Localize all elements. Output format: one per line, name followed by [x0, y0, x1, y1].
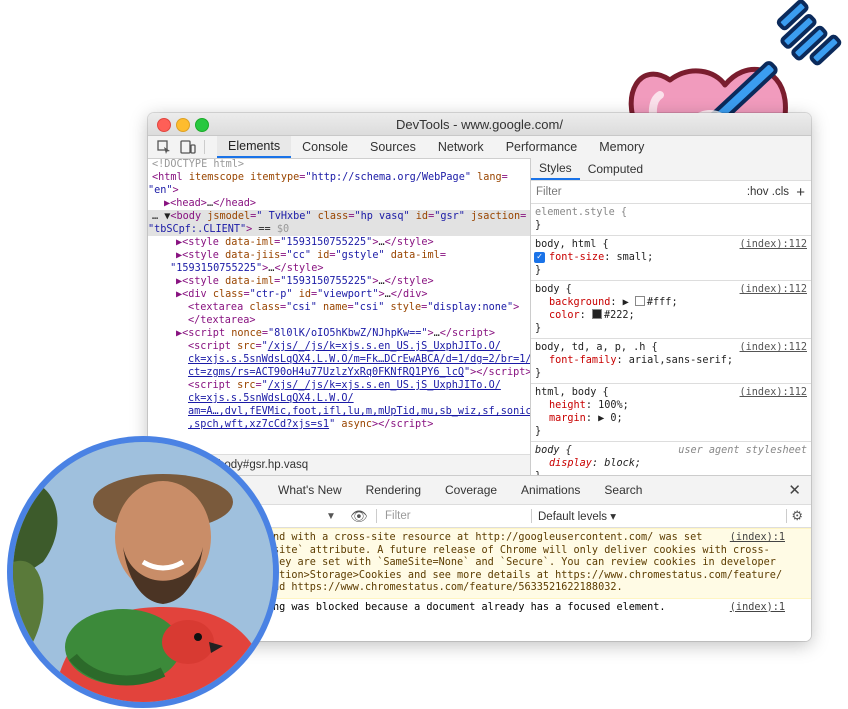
- dom-node-line[interactable]: <script src="/xjs/_/js/k=xjs.s.en_US.jS_…: [148, 379, 530, 392]
- panel-tabs: Elements Console Sources Network Perform…: [217, 136, 655, 158]
- main-panels: <!DOCTYPE html> <html itemscope itemtype=…: [148, 158, 811, 475]
- dom-node-line[interactable]: ▶<style data-iml="1593150755225">…</styl…: [148, 275, 530, 288]
- dom-node-line[interactable]: am=A…,dvl,fEVMic,foot,ifl,lu,m,mUpTid,mu…: [148, 405, 530, 418]
- color-swatch[interactable]: [634, 296, 645, 306]
- style-rule: body, html {(index):112 ✓ font-size: small…: [531, 236, 811, 281]
- dom-node-line[interactable]: "en">: [148, 184, 530, 197]
- tab-network[interactable]: Network: [427, 136, 495, 158]
- styles-pane: Styles Computed Filter :hov .cls + eleme…: [531, 158, 811, 475]
- tab-console[interactable]: Console: [291, 136, 359, 158]
- toolbar-divider: [204, 140, 205, 154]
- style-property[interactable]: ✓ font-size: small;: [534, 251, 807, 264]
- inspect-element-icon[interactable]: [156, 140, 172, 154]
- log-levels-dropdown[interactable]: Default levels ▾: [538, 509, 616, 523]
- elements-tree[interactable]: <!DOCTYPE html> <html itemscope itemtype=…: [148, 158, 531, 475]
- color-swatch[interactable]: [591, 309, 602, 319]
- tab-search[interactable]: Search: [592, 483, 654, 497]
- dom-node-line[interactable]: <script src="/xjs/_/js/k=xjs.s.en_US.jS_…: [148, 340, 530, 353]
- tab-whats-new[interactable]: What's New: [266, 483, 354, 497]
- dom-node-line[interactable]: ▶<div class="ctr-p" id="viewport">…</div…: [148, 288, 530, 301]
- tab-rendering[interactable]: Rendering: [354, 483, 433, 497]
- style-rules: body, html {(index):112 ✓ font-size: small…: [531, 236, 811, 475]
- tab-memory[interactable]: Memory: [588, 136, 655, 158]
- style-property[interactable]: display: block;: [535, 457, 807, 470]
- style-property[interactable]: color: #222;: [535, 309, 807, 322]
- message-source-link[interactable]: (index):1: [730, 532, 785, 545]
- message-source-link[interactable]: (index):1: [730, 602, 785, 615]
- dom-node-line[interactable]: <!DOCTYPE html>: [148, 158, 530, 171]
- title-bar: DevTools - www.google.com/: [148, 113, 811, 136]
- console-filter-input[interactable]: Filter: [385, 510, 411, 522]
- dom-node-line[interactable]: … ▼<body jsmodel=" TvHxbe" class="hp vas…: [148, 210, 530, 223]
- tab-coverage[interactable]: Coverage: [433, 483, 509, 497]
- console-settings-gear-icon[interactable]: ⚙: [791, 508, 803, 524]
- tab-performance[interactable]: Performance: [495, 136, 589, 158]
- property-checkbox[interactable]: ✓: [534, 252, 545, 263]
- rule-source-link[interactable]: (index):112: [740, 386, 807, 399]
- dom-node-line[interactable]: <textarea class="csi" name="csi" style="…: [148, 301, 530, 314]
- element-style-rule: element.style { }: [531, 204, 811, 236]
- tab-animations[interactable]: Animations: [509, 483, 592, 497]
- rule-source-link[interactable]: (index):112: [740, 238, 807, 251]
- dom-node-line[interactable]: ▶<style data-iml="1593150755225">…</styl…: [148, 236, 530, 249]
- new-rule-icon[interactable]: +: [796, 185, 805, 200]
- styles-filter-placeholder[interactable]: Filter: [536, 186, 562, 199]
- rule-source-link: user agent stylesheet: [678, 445, 807, 456]
- dom-node-line[interactable]: ck=xjs.s.5snWdsLqQX4.L.W.O/m=Fk…DCrEwABC…: [148, 353, 530, 366]
- dom-node-line[interactable]: "tbSCpf:.CLIENT"> == $0: [148, 223, 530, 236]
- element-style-selector: element.style {: [535, 207, 628, 218]
- style-property[interactable]: height: 100%;: [535, 399, 807, 412]
- dom-node-line[interactable]: ▶<head>…</head>: [148, 197, 530, 210]
- dom-node-line[interactable]: ck=xjs.s.5snWdsLqQX4.L.W.O/: [148, 392, 530, 405]
- eye-icon[interactable]: 👁: [350, 508, 368, 525]
- dom-node-line[interactable]: ,spch,wft,xz7cCd?xjs=s1" async></script>: [148, 418, 530, 431]
- window-title: DevTools - www.google.com/: [396, 117, 563, 132]
- style-rule: body {(index):112 background: ▶ #fff; colo…: [531, 281, 811, 339]
- dom-node-line[interactable]: </textarea>: [148, 314, 530, 327]
- tab-computed[interactable]: Computed: [580, 158, 651, 180]
- cls-toggle[interactable]: :hov .cls: [747, 186, 789, 199]
- close-drawer-icon[interactable]: ✕: [788, 481, 801, 499]
- style-rule: html, body {(index):112 height: 100%; marg…: [531, 384, 811, 442]
- dom-node-line[interactable]: <html itemscope itemtype="http://schema.…: [148, 171, 530, 184]
- rule-source-link[interactable]: (index):112: [740, 341, 807, 354]
- rule-source-link[interactable]: (index):112: [740, 283, 807, 296]
- styles-tabs: Styles Computed: [531, 158, 811, 181]
- style-rule: body {user agent stylesheet display: bloc…: [531, 442, 811, 475]
- tab-sources[interactable]: Sources: [359, 136, 427, 158]
- context-dropdown-icon[interactable]: ▼: [326, 511, 336, 522]
- styles-filter[interactable]: Filter :hov .cls +: [531, 181, 811, 204]
- dom-node-line[interactable]: ▶<style data-jiis="cc" id="gstyle" data-…: [148, 249, 530, 262]
- avatar-photo: [7, 436, 279, 708]
- dom-node-line[interactable]: "1593150755225">…</style>: [148, 262, 530, 275]
- style-property[interactable]: font-family: arial,sans-serif;: [535, 354, 807, 367]
- style-property[interactable]: background: ▶ #fff;: [535, 296, 807, 309]
- device-toolbar-icon[interactable]: [180, 140, 196, 154]
- style-rule: body, td, a, p, .h {(index):112 font-fami…: [531, 339, 811, 384]
- devtools-toolbar: Elements Console Sources Network Perform…: [148, 136, 811, 159]
- dom-node-line[interactable]: ▶<script nonce="8l0lK/oIO5hKbwZ/NJhpKw==…: [148, 327, 530, 340]
- dom-node-line[interactable]: ct=zgms/rs=ACT90oH4u77UzlzYxRq0FKNfRQ1PY…: [148, 366, 530, 379]
- tab-elements[interactable]: Elements: [217, 136, 292, 158]
- person-with-parrot-picture: [13, 442, 273, 702]
- tab-styles[interactable]: Styles: [531, 158, 580, 180]
- style-property[interactable]: margin: ▶ 0;: [535, 412, 807, 425]
